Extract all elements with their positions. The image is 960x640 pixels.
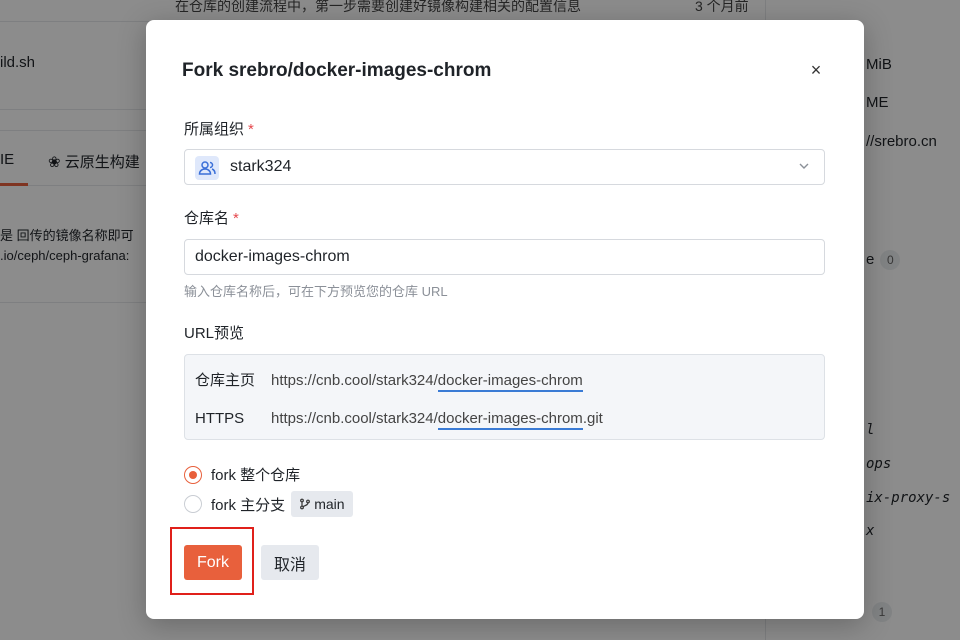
- org-selected-value: stark324: [230, 158, 292, 175]
- preview-https-key: HTTPS: [195, 410, 245, 427]
- preview-home-prefix: https://cnb.cool/stark324/: [271, 372, 438, 389]
- fork-main-label: fork 主分支: [211, 496, 286, 514]
- required-mark: *: [233, 210, 239, 227]
- fork-scope-main-option[interactable]: fork 主分支 main: [184, 491, 353, 517]
- git-branch-icon: [300, 498, 311, 510]
- close-icon[interactable]: ×: [806, 60, 826, 80]
- org-field-label: 所属组织 *: [184, 118, 254, 139]
- repo-name-field-label: 仓库名 *: [184, 207, 239, 228]
- org-select[interactable]: stark324: [184, 149, 825, 185]
- preview-https-row: HTTPS https://cnb.cool/stark324/docker-im…: [195, 410, 603, 430]
- preview-home-key: 仓库主页: [195, 372, 256, 389]
- preview-home-row: 仓库主页 https://cnb.cool/stark324/docker-ima…: [195, 369, 583, 392]
- preview-https-prefix: https://cnb.cool/stark324/: [271, 410, 438, 427]
- fork-scope-all-option[interactable]: fork 整个仓库: [184, 464, 300, 485]
- fork-button[interactable]: Fork: [184, 545, 242, 580]
- fork-dialog: Fork srebro/docker-images-chrom × 所属组织 * …: [146, 20, 864, 619]
- radio-fork-main[interactable]: [184, 495, 202, 513]
- repo-name-input[interactable]: [184, 239, 825, 275]
- branch-name: main: [314, 496, 345, 512]
- repo-name-hint: 输入仓库名称后，可在下方预览您的仓库 URL: [184, 284, 448, 299]
- org-label-text: 所属组织: [184, 121, 245, 138]
- cancel-button[interactable]: 取消: [261, 545, 319, 580]
- fork-all-label: fork 整个仓库: [211, 467, 301, 484]
- branch-tag: main: [291, 491, 353, 517]
- url-preview-box: 仓库主页 https://cnb.cool/stark324/docker-ima…: [184, 354, 825, 440]
- chevron-down-icon: [799, 163, 809, 169]
- preview-https-suffix: .git: [582, 410, 603, 427]
- preview-home-repo-name: docker-images-chrom: [437, 372, 583, 392]
- dialog-title: Fork srebro/docker-images-chrom: [182, 60, 492, 81]
- org-users-icon: [195, 156, 219, 180]
- radio-fork-all[interactable]: [184, 465, 202, 484]
- preview-https-repo-name: docker-images-chrom: [437, 410, 583, 430]
- required-mark: *: [248, 121, 254, 138]
- repo-label-text: 仓库名: [184, 210, 230, 227]
- url-preview-label: URL预览: [184, 325, 245, 342]
